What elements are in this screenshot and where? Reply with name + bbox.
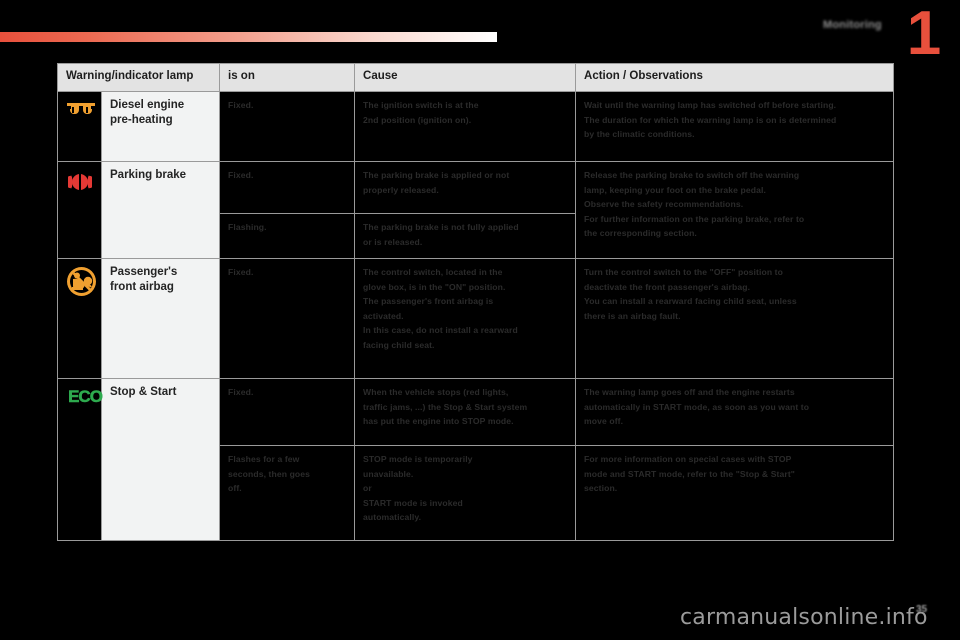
- table-row: Passenger's front airbag Fixed. The control…: [57, 258, 895, 379]
- column-header-lamp: Warning/indicator lamp: [56, 63, 221, 92]
- is-on-cell: Fixed.: [219, 161, 356, 214]
- site-watermark: carmanualsonline.info: [680, 605, 928, 630]
- is-on-cell: Flashes for a few seconds, then goes off.: [219, 445, 356, 541]
- lamp-name-line-2: pre-heating: [110, 114, 173, 126]
- lamp-name-line-1: Stop & Start: [110, 386, 177, 398]
- eco-stop-start-icon: ECO: [68, 387, 103, 407]
- cause-cell: The ignition switch is at the 2nd positio…: [354, 91, 577, 162]
- cause-cell: When the vehicle stops (red lights, traff…: [354, 378, 577, 446]
- warning-lamp-table-wrapper: Warning/indicator lamp is on Cause Actio…: [56, 63, 895, 541]
- diesel-preheat-icon: [66, 101, 96, 118]
- warning-lamp-table: Warning/indicator lamp is on Cause Actio…: [56, 63, 895, 541]
- parking-brake-icon: [67, 170, 93, 194]
- lamp-name-cell: Passenger's front airbag: [100, 258, 221, 379]
- lamp-name-cell: Diesel engine pre-heating: [100, 91, 221, 162]
- action-cell: Wait until the warning lamp has switched…: [575, 91, 895, 162]
- table-header: Warning/indicator lamp is on Cause Actio…: [56, 63, 895, 92]
- column-header-cause: Cause: [354, 63, 577, 92]
- chapter-label: Monitoring: [823, 19, 882, 31]
- action-cell: For more information on special cases wi…: [575, 445, 895, 541]
- cause-cell: STOP mode is temporarily unavailable. or ST…: [354, 445, 577, 541]
- cause-cell: The control switch, located in the glove …: [354, 258, 577, 379]
- chapter-number: 1: [906, 0, 942, 68]
- lamp-name-line-1: Diesel engine: [110, 99, 185, 111]
- page-number: 35: [916, 604, 928, 615]
- lamp-name-cell: Stop & Start: [100, 378, 221, 541]
- lamp-name-line-1: Passenger's: [110, 266, 178, 278]
- manual-page: Monitoring 1 Warning/indicator lamp is o…: [0, 0, 960, 640]
- is-on-cell: Fixed.: [219, 91, 356, 162]
- lamp-name-line-2: front airbag: [110, 281, 174, 293]
- lamp-name-cell: Parking brake: [100, 161, 221, 259]
- action-cell: Release the parking brake to switch off …: [575, 161, 895, 259]
- is-on-cell: Fixed.: [219, 378, 356, 446]
- table-body: Diesel engine pre-heating Fixed. The igniti…: [57, 91, 895, 541]
- is-on-cell: Fixed.: [219, 258, 356, 379]
- passenger-airbag-off-icon: [66, 266, 97, 297]
- lamp-icon-cell: [57, 161, 102, 259]
- table-row: ECO Stop & Start Fixed. When the vehicle st…: [57, 378, 895, 541]
- column-header-action: Action / Observations: [575, 63, 895, 92]
- lamp-name-line-1: Parking brake: [110, 169, 187, 181]
- table-row: Parking brake Fixed. The parking brake is …: [57, 161, 895, 259]
- lamp-icon-cell: ECO: [57, 378, 103, 541]
- column-header-is-on: is on: [219, 63, 356, 92]
- table-header-row: Warning/indicator lamp is on Cause Actio…: [56, 63, 895, 92]
- is-on-cell: Flashing.: [219, 213, 356, 259]
- cause-cell: The parking brake is applied or not prope…: [354, 161, 577, 214]
- table-row: Diesel engine pre-heating Fixed. The igniti…: [57, 91, 895, 162]
- top-gradient-rule: [0, 32, 497, 42]
- lamp-icon-cell: [57, 258, 102, 379]
- action-cell: Turn the control switch to the "OFF" pos…: [575, 258, 895, 379]
- cause-cell: The parking brake is not fully applied or…: [354, 213, 577, 259]
- lamp-icon-cell: [57, 91, 102, 162]
- action-cell: The warning lamp goes off and the engine…: [575, 378, 895, 446]
